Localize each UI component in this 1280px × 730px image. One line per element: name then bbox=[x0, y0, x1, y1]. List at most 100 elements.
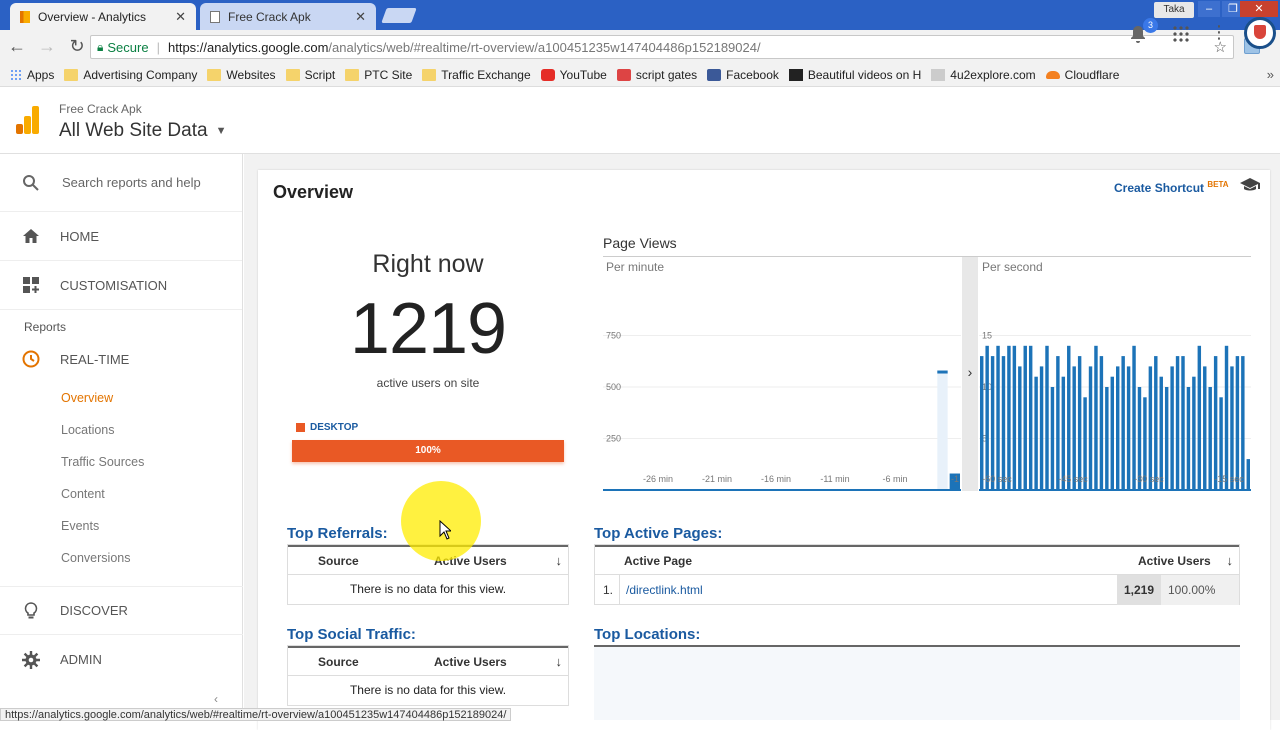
bookmark-label: Facebook bbox=[726, 67, 779, 82]
sidebar-item-label: HOME bbox=[60, 228, 99, 244]
per-second-bar bbox=[1099, 356, 1104, 490]
sort-down-icon[interactable]: ↓ bbox=[556, 553, 563, 568]
ga-header: Free Crack Apk All Web Site Data ▼ bbox=[0, 88, 1280, 154]
close-icon[interactable]: ✕ bbox=[355, 9, 366, 25]
beta-badge: BETA bbox=[1207, 180, 1229, 189]
graduation-cap-icon[interactable] bbox=[1240, 178, 1260, 192]
new-tab-button[interactable] bbox=[381, 8, 417, 23]
bookmark-label: Beautiful videos on H bbox=[807, 67, 922, 82]
column-active-users[interactable]: Active Users bbox=[434, 655, 507, 669]
sidebar-item-admin[interactable]: ADMIN bbox=[0, 635, 243, 684]
bookmark-label: script gates bbox=[635, 67, 698, 82]
active-users-count: 1219 bbox=[349, 289, 507, 369]
back-arrow-icon[interactable]: ← bbox=[4, 36, 30, 57]
more-bookmarks-icon[interactable]: » bbox=[1267, 67, 1274, 82]
create-shortcut-link[interactable]: Create Shortcut BETA bbox=[1114, 180, 1229, 195]
bookmark-script[interactable]: Script bbox=[285, 68, 335, 82]
search-reports-input[interactable]: Search reports and help bbox=[0, 154, 242, 212]
bookmark-traffic-exchange[interactable]: Traffic Exchange bbox=[422, 67, 531, 82]
url-path: /analytics/web/#realtime/rt-overview/a10… bbox=[328, 39, 761, 55]
avatar[interactable] bbox=[1244, 17, 1276, 49]
per-second-bar bbox=[1028, 345, 1033, 490]
per-minute-title: Per minute bbox=[606, 260, 664, 274]
column-source[interactable]: Source bbox=[318, 655, 359, 669]
active-page-link[interactable]: /directlink.html bbox=[626, 583, 703, 597]
tab-analytics[interactable]: Overview - Analytics ✕ bbox=[10, 3, 196, 30]
device-percent: 100% bbox=[415, 445, 441, 456]
youtube-icon bbox=[540, 68, 555, 81]
per-second-bar bbox=[1012, 345, 1017, 490]
column-active-users[interactable]: Active Users bbox=[1138, 554, 1211, 568]
per-second-bar bbox=[1039, 366, 1044, 490]
site-icon bbox=[931, 68, 946, 81]
bookmark-4u2explore[interactable]: 4u2explore.com bbox=[931, 68, 1036, 82]
sidebar-item-realtime[interactable]: REAL-TIME bbox=[0, 336, 242, 382]
per-second-bar bbox=[980, 356, 984, 490]
per-second-bar bbox=[990, 356, 995, 490]
per-second-bar bbox=[1224, 345, 1229, 490]
bookmark-script-gates[interactable]: script gates bbox=[616, 67, 698, 82]
per-second-bar bbox=[1159, 376, 1163, 490]
bookmark-websites[interactable]: Websites bbox=[207, 68, 276, 82]
per-second-bar bbox=[1197, 345, 1202, 490]
reload-icon[interactable]: ↻ bbox=[64, 36, 90, 57]
sidebar-item-discover[interactable]: DISCOVER bbox=[0, 586, 243, 635]
sort-down-icon[interactable]: ↓ bbox=[1227, 553, 1234, 568]
folder-icon bbox=[422, 68, 437, 81]
sidebar-subitem-content[interactable]: Content bbox=[0, 478, 242, 510]
sidebar-subitem-events[interactable]: Events bbox=[0, 510, 242, 542]
collapse-sidebar-icon[interactable]: ‹ bbox=[214, 692, 218, 706]
sidebar-subitem-traffic-sources[interactable]: Traffic Sources bbox=[0, 446, 242, 478]
url-input[interactable]: 🔒︎ Secure | https://analytics.google.com… bbox=[90, 35, 1234, 59]
window-close-button[interactable]: ✕ bbox=[1240, 1, 1278, 17]
per-minute-bar bbox=[937, 370, 948, 490]
bookmark-advertising-company[interactable]: Advertising Company bbox=[64, 68, 197, 82]
folder-icon bbox=[64, 68, 79, 81]
forward-arrow-icon[interactable]: → bbox=[34, 36, 60, 57]
per-minute-x-tick: -6 min bbox=[882, 474, 907, 484]
sort-down-icon[interactable]: ↓ bbox=[556, 654, 563, 669]
bookmark-youtube[interactable]: YouTube bbox=[540, 68, 607, 82]
tab-title: Overview - Analytics bbox=[38, 9, 147, 24]
bookmark-apps[interactable]: Apps bbox=[10, 68, 54, 82]
analytics-favicon-icon bbox=[20, 10, 30, 23]
create-shortcut-label: Create Shortcut bbox=[1114, 181, 1205, 195]
bookmark-ptc-site[interactable]: PTC Site bbox=[345, 68, 412, 82]
per-second-bar bbox=[1208, 387, 1212, 490]
minimize-button[interactable]: – bbox=[1198, 1, 1220, 17]
sidebar-subitem-conversions[interactable]: Conversions bbox=[0, 542, 242, 574]
column-active-page[interactable]: Active Page bbox=[624, 554, 692, 568]
per-second-bar bbox=[1192, 376, 1196, 490]
sidebar-subitem-overview[interactable]: Overview bbox=[0, 382, 242, 414]
apps-grid-icon[interactable] bbox=[1172, 25, 1190, 43]
secure-label: Secure bbox=[107, 39, 149, 55]
per-minute-x-tick: -21 min bbox=[702, 474, 732, 484]
per-second-bar bbox=[1186, 387, 1191, 490]
page-views-chart: › Per minute 750 500 250 -26 min -21 min -16 mi… bbox=[603, 256, 1251, 491]
page-views-title: Page Views bbox=[603, 235, 677, 251]
tab-free-crack-apk[interactable]: Free Crack Apk ✕ bbox=[200, 3, 376, 30]
analytics-logo-icon[interactable] bbox=[16, 106, 40, 134]
close-icon[interactable]: ✕ bbox=[175, 9, 186, 25]
per-second-y-tick: 15 bbox=[982, 331, 992, 341]
sidebar-item-home[interactable]: HOME bbox=[0, 212, 242, 261]
bookmark-cloudflare[interactable]: Cloudflare bbox=[1045, 68, 1119, 82]
apps-icon bbox=[10, 68, 22, 81]
per-second-bar bbox=[1034, 376, 1038, 490]
bookmark-facebook[interactable]: Facebook bbox=[707, 68, 779, 82]
sidebar-item-customisation[interactable]: CUSTOMISATION bbox=[0, 261, 242, 310]
per-second-bar bbox=[1110, 376, 1114, 490]
folder-icon bbox=[285, 68, 300, 81]
view-selector[interactable]: All Web Site Data ▼ bbox=[59, 120, 226, 142]
bookmark-beautiful-videos[interactable]: Beautiful videos on H bbox=[788, 67, 922, 82]
column-source[interactable]: Source bbox=[318, 554, 359, 568]
cloudflare-icon bbox=[1045, 70, 1060, 79]
sidebar-subitem-locations[interactable]: Locations bbox=[0, 414, 242, 446]
profile-chip[interactable]: Taka bbox=[1154, 2, 1194, 18]
bookmark-label: Traffic Exchange bbox=[441, 67, 531, 82]
per-second-bar bbox=[1067, 345, 1071, 490]
address-bar: ← → ↻ 🔒︎ Secure | https://analytics.goog… bbox=[0, 30, 1280, 63]
locations-map[interactable] bbox=[594, 645, 1240, 720]
more-vert-icon[interactable]: ⋮ bbox=[1210, 22, 1228, 43]
notification-badge: 3 bbox=[1143, 18, 1158, 33]
